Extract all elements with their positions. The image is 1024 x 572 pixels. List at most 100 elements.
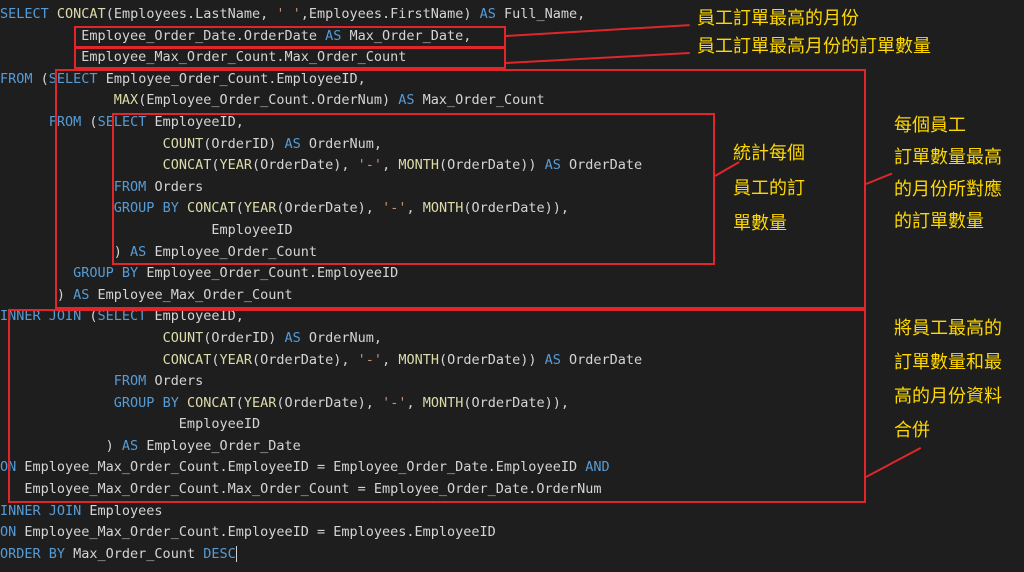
code-line: ) AS Employee_Order_Count (0, 242, 1024, 264)
code-token-kw: SELECT (97, 308, 155, 325)
code-token-id (0, 114, 49, 130)
code-token-fn: CONCAT (186, 394, 236, 411)
code-token-id: (OrderDate)), (463, 200, 570, 217)
code-token-fn: MONTH (398, 157, 439, 174)
code-token-id: Max_Order_Date, (349, 27, 472, 44)
code-token-fn: YEAR (243, 200, 277, 217)
code-line: CONCAT(YEAR(OrderDate), '-', MONTH(Order… (0, 350, 1024, 372)
code-token-kw: AS (284, 329, 309, 346)
code-token-id (0, 330, 163, 346)
code-token-fn: MONTH (398, 351, 439, 368)
code-token-kw: AND (585, 459, 610, 476)
code-line: GROUP BY Employee_Order_Count.EmployeeID (0, 263, 1024, 285)
code-token-id: Max_Order_Count (422, 92, 545, 109)
code-line: ORDER BY Max_Order_Count DESC (0, 544, 1024, 566)
code-token-id: Employee_Max_Order_Count.EmployeeID = Em… (24, 524, 496, 541)
code-token-id (0, 200, 114, 216)
code-token-id: ( (40, 70, 49, 87)
code-token-id: ( (89, 113, 98, 130)
code-line: FROM (SELECT EmployeeID, (0, 112, 1024, 134)
code-token-fn: CONCAT (162, 351, 212, 368)
code-line: SELECT CONCAT(Employees.LastName, ' ',Em… (0, 4, 1024, 26)
code-token-id: Employee_Max_Order_Count (97, 286, 293, 303)
code-token-kw: AS (398, 92, 423, 109)
code-token-str: '-' (357, 351, 383, 368)
code-token-kw: GROUP BY (73, 265, 147, 282)
code-line: MAX(Employee_Order_Count.OrderNum) AS Ma… (0, 90, 1024, 112)
code-line: GROUP BY CONCAT(YEAR(OrderDate), '-', MO… (0, 393, 1024, 415)
code-token-id (0, 136, 163, 152)
code-token-kw: ON (0, 459, 25, 476)
code-token-kw: AS (544, 351, 570, 368)
code-token-id: Max_Order_Count (73, 545, 204, 562)
code-token-id: Employee_Order_Count (154, 243, 317, 260)
code-token-id: Employee_Max_Order_Count.EmployeeID = Em… (24, 459, 586, 476)
code-token-str: '-' (382, 200, 407, 217)
code-token-id: (OrderDate), (276, 200, 383, 217)
code-token-id: ( (235, 394, 244, 411)
code-token-id: ) (0, 243, 131, 260)
code-token-fn: MONTH (422, 394, 464, 411)
code-token-id: Employee_Order_Count.EmployeeID, (105, 70, 366, 87)
code-token-id (0, 179, 114, 195)
code-token-kw: AS (325, 27, 350, 44)
code-token-id (0, 373, 114, 389)
code-token-id: OrderDate (569, 351, 643, 368)
code-line: ) AS Employee_Max_Order_Count (0, 285, 1024, 307)
code-token-id: Employee_Max_Order_Count.Max_Order_Count… (0, 481, 602, 498)
code-token-fn: MAX (113, 92, 139, 109)
code-token-id (0, 265, 73, 281)
code-token-id: EmployeeID (0, 416, 261, 433)
code-token-id: , (382, 351, 399, 368)
code-token-id: (OrderDate), (252, 157, 358, 174)
note-max-month-count: 員工訂單最高月份的訂單數量 (697, 36, 931, 57)
code-token-id: Employee_Order_Date.OrderDate (0, 27, 326, 44)
code-token-kw: GROUP BY (113, 394, 187, 411)
code-token-kw: AS (479, 6, 504, 22)
code-token-str: '-' (382, 394, 407, 411)
code-token-id: (OrderDate)), (463, 394, 570, 411)
code-token-id: , (382, 157, 399, 174)
code-token-id (0, 157, 163, 173)
code-token-id: OrderNum, (308, 329, 383, 346)
code-token-id: (Employee_Order_Count.OrderNum) (138, 92, 399, 109)
code-token-id: OrderDate (569, 157, 643, 174)
code-token-id: (OrderDate)) (438, 351, 545, 368)
code-token-id: (Employees.LastName, (105, 6, 277, 22)
code-token-id: Orders (154, 178, 204, 195)
code-line: ON Employee_Max_Order_Count.EmployeeID =… (0, 522, 1024, 544)
code-token-kw: FROM (48, 113, 90, 130)
code-token-kw: DESC (203, 545, 236, 562)
code-token-fn: COUNT (162, 135, 204, 152)
code-token-id: ) (0, 286, 74, 303)
code-token-kw: ORDER BY (0, 545, 74, 562)
code-token-kw: INNER JOIN (0, 308, 90, 325)
code-token-kw: SELECT (97, 113, 155, 130)
code-token-fn: COUNT (162, 329, 204, 346)
code-line: FROM (SELECT Employee_Order_Count.Employ… (0, 69, 1024, 91)
code-token-kw: SELECT (0, 6, 57, 22)
code-line: GROUP BY CONCAT(YEAR(OrderDate), '-', MO… (0, 198, 1024, 220)
code-token-id: (OrderDate), (252, 351, 358, 368)
code-token-id: (OrderDate)) (438, 157, 545, 174)
code-token-kw: INNER JOIN (0, 502, 90, 519)
sql-code-editor[interactable]: SELECT CONCAT(Employees.LastName, ' ',Em… (0, 4, 1024, 565)
code-token-kw: AS (544, 157, 570, 174)
code-token-str: '-' (357, 157, 383, 174)
code-token-id: Full_Name, (503, 6, 586, 22)
note-join: 將員工最高的 訂單數量和最 高的月份資料 合併 (894, 318, 1002, 441)
code-token-id: ( (235, 200, 244, 217)
code-token-fn: CONCAT (186, 200, 236, 217)
code-token-kw: SELECT (48, 70, 106, 87)
code-token-fn: CONCAT (162, 157, 212, 174)
code-line: COUNT(OrderID) AS OrderNum, (0, 134, 1024, 156)
code-token-kw: AS (130, 243, 155, 260)
code-token-id: Employee_Order_Count.EmployeeID (146, 265, 399, 282)
code-line: INNER JOIN Employees (0, 501, 1024, 523)
code-token-kw: AS (284, 135, 309, 152)
code-token-id: , (406, 200, 423, 217)
note-max-count-per-month: 每個員工 訂單數量最高 的月份所對應 的訂單數量 (894, 115, 1002, 232)
code-token-id: (OrderDate), (276, 394, 383, 411)
code-token-fn: YEAR (219, 157, 252, 174)
code-token-id: ( (89, 308, 98, 325)
